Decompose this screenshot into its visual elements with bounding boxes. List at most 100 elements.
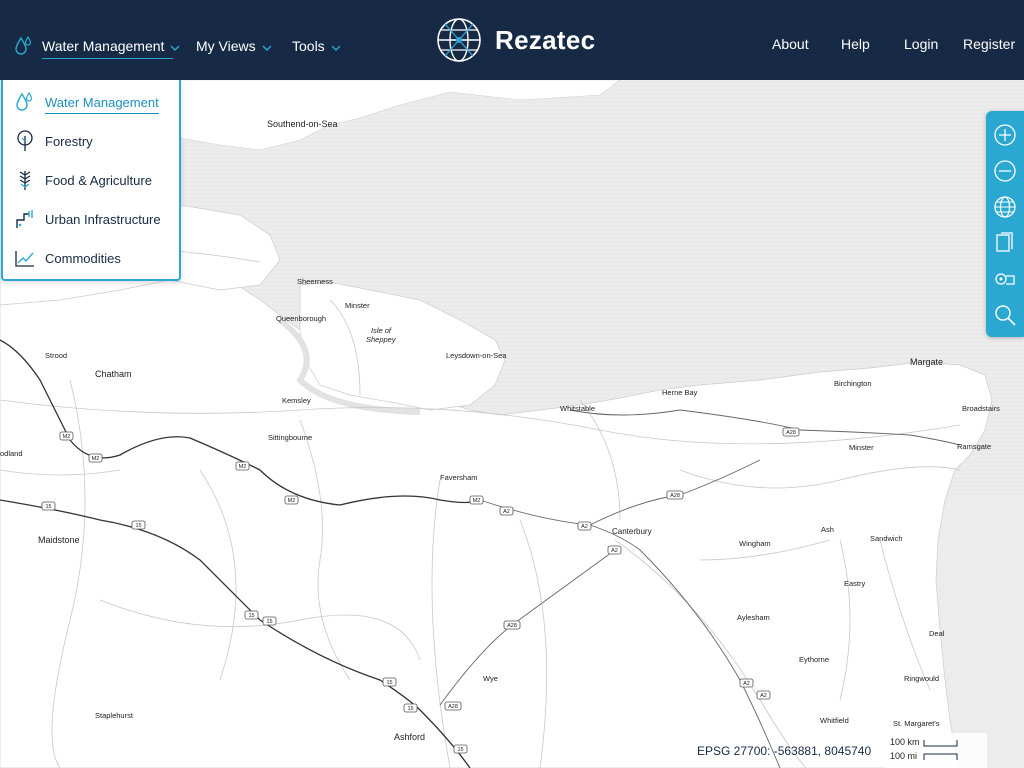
shield-a28b: A28 bbox=[666, 490, 684, 500]
svg-text:M2: M2 bbox=[63, 434, 71, 440]
svg-text:15: 15 bbox=[386, 680, 392, 686]
label-sheppey: Sheppey bbox=[366, 335, 397, 344]
dropdown-item-water-management[interactable]: Water Management bbox=[15, 90, 159, 114]
shield-m20g: 15 bbox=[453, 744, 468, 754]
label-eythorne: Eythorne bbox=[799, 655, 829, 664]
shield-a28a: A28 bbox=[782, 427, 800, 437]
shield-a28d: A28 bbox=[444, 701, 462, 711]
nav-login[interactable]: Login bbox=[904, 36, 938, 52]
scale-mi-label: 100 mi bbox=[890, 751, 918, 761]
zoom-in-icon[interactable] bbox=[992, 122, 1018, 148]
svg-text:A28: A28 bbox=[670, 493, 680, 499]
nav-tools-label: Tools bbox=[292, 38, 325, 54]
label-wingham: Wingham bbox=[739, 539, 771, 548]
top-navbar: Water Management My Views Tools Rezatec … bbox=[0, 0, 1024, 80]
dropdown-item-urban-infrastructure[interactable]: Urban Infrastructure bbox=[15, 207, 161, 231]
brand-logo[interactable]: Rezatec bbox=[433, 14, 595, 66]
shield-m2b: M2 bbox=[88, 453, 103, 463]
coordinate-readout: EPSG 27700: -563881, 8045740 bbox=[697, 744, 872, 758]
label-herne-bay: Herne Bay bbox=[662, 388, 698, 397]
shield-m20a: 15 bbox=[41, 501, 56, 511]
chevron-down-icon bbox=[262, 38, 272, 54]
dropdown-item-commodities[interactable]: Commodities bbox=[15, 246, 121, 270]
label-leysdown: Leysdown-on-Sea bbox=[446, 351, 507, 360]
label-isle-of: Isle of bbox=[371, 326, 392, 335]
shield-m2c: M2 bbox=[235, 461, 250, 471]
label-broadstairs: Broadstairs bbox=[962, 404, 1000, 413]
shield-a28c: A28 bbox=[503, 620, 521, 630]
globe-logo-icon bbox=[433, 14, 485, 66]
scale-bar: 100 km 100 mi bbox=[885, 733, 987, 768]
label-ashford: Ashford bbox=[394, 732, 425, 742]
zoom-out-icon[interactable] bbox=[992, 158, 1018, 184]
label-birchington: Birchington bbox=[834, 379, 872, 388]
nav-tools[interactable]: Tools bbox=[292, 36, 341, 56]
label-minster-sheppey: Minster bbox=[345, 301, 370, 310]
label-ramsgate: Ramsgate bbox=[957, 442, 991, 451]
nav-water-management[interactable]: Water Management bbox=[14, 35, 180, 59]
shield-m20b: 15 bbox=[131, 520, 146, 530]
svg-text:15: 15 bbox=[266, 619, 272, 625]
chevron-down-icon bbox=[170, 38, 180, 54]
nav-my-views-label: My Views bbox=[196, 38, 256, 54]
label-kemsley: Kemsley bbox=[282, 396, 311, 405]
label-sheerness: Sheerness bbox=[297, 277, 333, 286]
chevron-down-icon bbox=[331, 38, 341, 54]
label-maidstone: Maidstone bbox=[38, 535, 80, 545]
label-aylesham: Aylesham bbox=[737, 613, 770, 622]
label-eastry: Eastry bbox=[844, 579, 866, 588]
svg-text:15: 15 bbox=[407, 706, 413, 712]
shield-m2e: M2 bbox=[469, 495, 484, 505]
label-ash: Ash bbox=[821, 525, 834, 534]
nav-about[interactable]: About bbox=[772, 36, 809, 52]
label-chatham: Chatham bbox=[95, 369, 132, 379]
label-staplehurst: Staplehurst bbox=[95, 711, 134, 720]
label-sittingbourne: Sittingbourne bbox=[268, 433, 312, 442]
dropdown-item-label: Commodities bbox=[45, 250, 121, 266]
tree-icon bbox=[15, 130, 35, 152]
label-odland: odland bbox=[0, 449, 23, 458]
svg-text:A28: A28 bbox=[448, 704, 458, 710]
svg-text:A2: A2 bbox=[611, 548, 618, 554]
svg-text:15: 15 bbox=[248, 613, 254, 619]
dropdown-item-forestry[interactable]: Forestry bbox=[15, 129, 93, 153]
svg-text:M2: M2 bbox=[92, 456, 100, 462]
dropdown-item-label: Urban Infrastructure bbox=[45, 211, 161, 227]
nav-register[interactable]: Register bbox=[963, 36, 1015, 52]
brand-name: Rezatec bbox=[495, 24, 596, 55]
shield-m20d: 15 bbox=[262, 616, 277, 626]
shield-a2c: A2 bbox=[607, 545, 622, 555]
water-drop-icon bbox=[15, 91, 35, 113]
nav-my-views[interactable]: My Views bbox=[196, 36, 272, 56]
label-margate: Margate bbox=[910, 357, 943, 367]
svg-text:A2: A2 bbox=[581, 524, 588, 530]
svg-text:M2: M2 bbox=[288, 498, 296, 504]
shield-a2d: A2 bbox=[739, 678, 754, 688]
shield-m20f: 15 bbox=[403, 703, 418, 713]
chart-icon bbox=[15, 247, 35, 269]
nav-help[interactable]: Help bbox=[841, 36, 870, 52]
search-icon[interactable] bbox=[992, 302, 1018, 328]
globe-icon[interactable] bbox=[992, 194, 1018, 220]
shield-a2b: A2 bbox=[577, 521, 592, 531]
label-ringwould: Ringwould bbox=[904, 674, 939, 683]
label-southend: Southend-on-Sea bbox=[267, 119, 338, 129]
shield-m20e: 15 bbox=[382, 677, 397, 687]
shield-a2a: A2 bbox=[499, 506, 514, 516]
shield-m2d: M2 bbox=[284, 495, 299, 505]
wheat-icon bbox=[15, 169, 35, 191]
label-canterbury: Canterbury bbox=[612, 527, 652, 536]
svg-text:A2: A2 bbox=[743, 681, 750, 687]
water-management-dropdown: Water Management Forestry Food & Agricul… bbox=[1, 80, 181, 281]
shield-m20c: 15 bbox=[244, 610, 259, 620]
svg-text:M2: M2 bbox=[239, 464, 247, 470]
svg-text:15: 15 bbox=[45, 504, 51, 510]
legend-icon[interactable] bbox=[992, 266, 1018, 292]
layers-icon[interactable] bbox=[992, 230, 1018, 256]
dropdown-item-food-agriculture[interactable]: Food & Agriculture bbox=[15, 168, 152, 192]
dropdown-item-label: Food & Agriculture bbox=[45, 172, 152, 188]
svg-text:A28: A28 bbox=[786, 430, 796, 436]
shield-m2a: M2 bbox=[59, 431, 74, 441]
label-minster-thanet: Minster bbox=[849, 443, 874, 452]
pipe-icon bbox=[15, 208, 35, 230]
